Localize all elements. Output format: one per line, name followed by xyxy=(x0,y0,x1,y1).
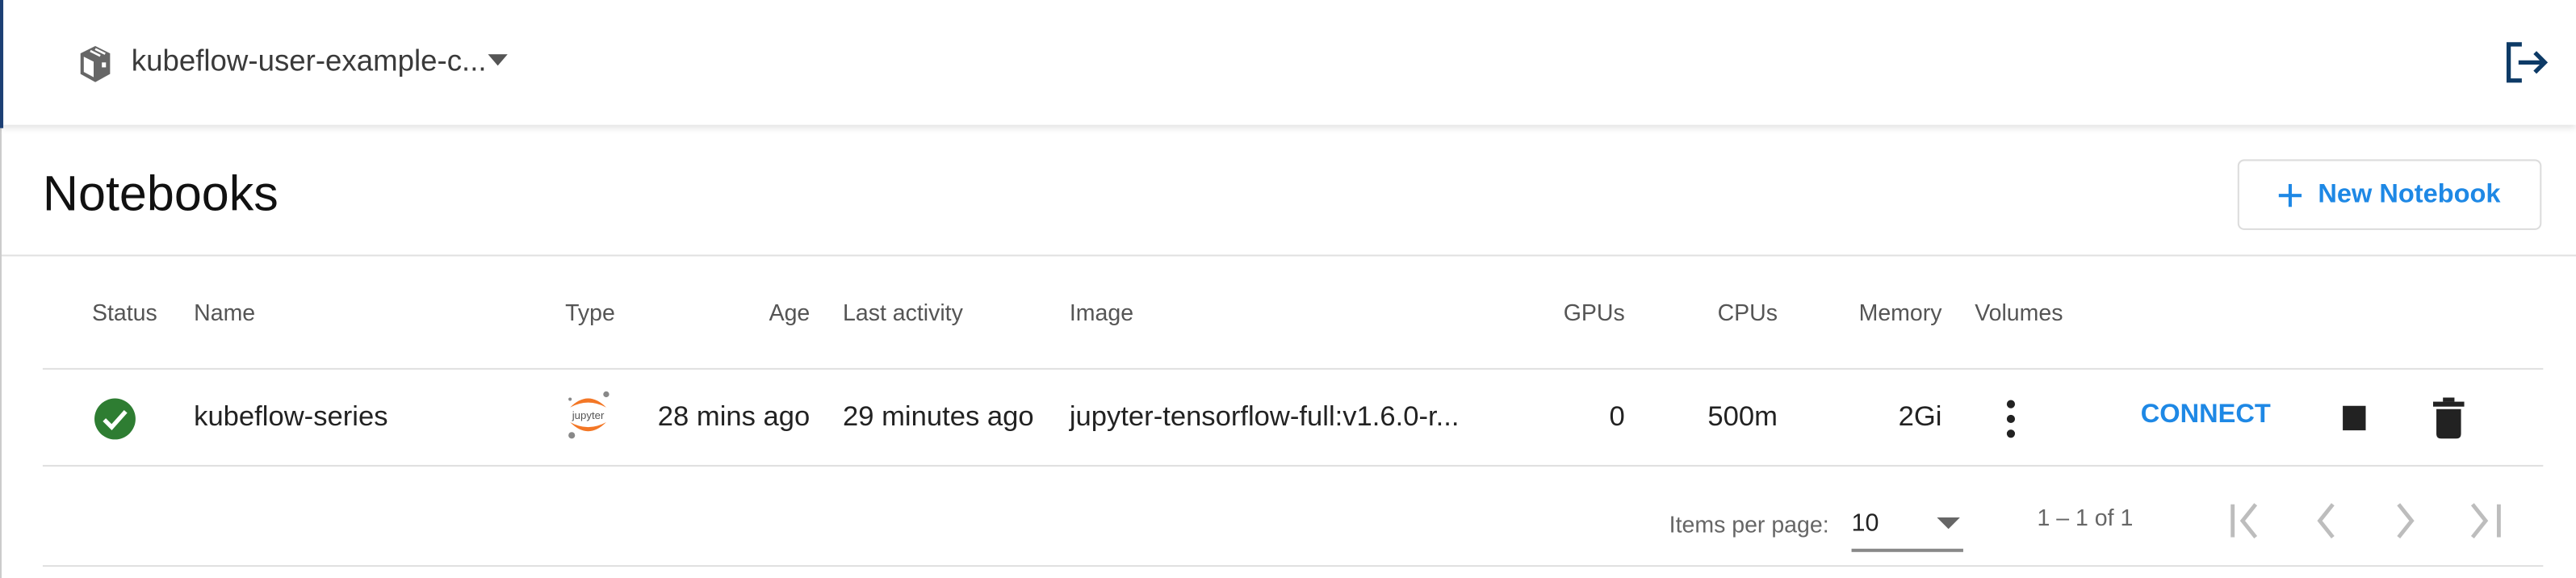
next-page-icon[interactable] xyxy=(2392,503,2419,539)
delete-icon[interactable] xyxy=(2432,397,2465,439)
new-notebook-label: New Notebook xyxy=(2318,179,2501,208)
column-image[interactable]: Image xyxy=(1070,299,1133,325)
plus-icon xyxy=(2278,182,2302,207)
namespace-label: kubeflow-user-example-c... xyxy=(131,44,487,77)
nav-accent-bar xyxy=(0,0,4,128)
column-memory[interactable]: Memory xyxy=(1778,299,1942,325)
chevron-down-icon xyxy=(488,54,508,66)
svg-text:jupyter: jupyter xyxy=(572,409,605,421)
column-last-activity[interactable]: Last activity xyxy=(843,299,963,325)
range-label: 1 – 1 of 1 xyxy=(2037,504,2134,531)
connect-button[interactable]: CONNECT xyxy=(2141,401,2271,431)
page-title: Notebooks xyxy=(42,167,279,222)
notebook-memory: 2Gi xyxy=(1898,400,1942,433)
notebook-cpus: 500m xyxy=(1707,400,1778,433)
column-gpus[interactable]: GPUs xyxy=(1460,299,1625,325)
previous-page-icon[interactable] xyxy=(2313,503,2339,539)
divider xyxy=(42,464,2544,467)
chevron-down-icon xyxy=(1937,517,1960,530)
column-type[interactable]: Type xyxy=(565,299,615,325)
column-cpus[interactable]: CPUs xyxy=(1613,299,1778,325)
jupyter-icon: jupyter xyxy=(568,391,609,439)
items-per-page-value: 10 xyxy=(1851,509,1879,538)
first-page-icon[interactable] xyxy=(2228,503,2268,539)
items-per-page-label: Items per page: xyxy=(1669,510,1829,538)
last-page-icon[interactable] xyxy=(2466,503,2506,539)
column-volumes[interactable]: Volumes xyxy=(1975,299,2063,325)
notebook-age: 28 mins ago xyxy=(657,400,810,433)
top-bar: kubeflow-user-example-c... xyxy=(0,0,2576,125)
more-vert-icon[interactable] xyxy=(2004,400,2017,439)
notebook-gpus: 0 xyxy=(1609,400,1625,433)
logout-icon[interactable] xyxy=(2503,41,2549,84)
new-notebook-button[interactable]: New Notebook xyxy=(2237,159,2542,230)
column-age[interactable]: Age xyxy=(646,299,810,325)
column-status[interactable]: Status xyxy=(92,299,157,325)
stop-icon[interactable] xyxy=(2343,405,2366,431)
divider xyxy=(42,565,2544,568)
notebook-last-activity: 29 minutes ago xyxy=(843,400,1034,433)
content-border xyxy=(0,128,2,578)
status-ready-icon xyxy=(94,398,136,440)
notebook-image: jupyter-tensorflow-full:v1.6.0-r... xyxy=(1069,400,1460,433)
divider xyxy=(42,367,2544,370)
divider xyxy=(2,254,2576,257)
select-underline xyxy=(1851,548,1963,552)
notebook-name[interactable]: kubeflow-series xyxy=(194,401,387,434)
cube-icon xyxy=(80,45,111,82)
column-name[interactable]: Name xyxy=(194,299,255,325)
